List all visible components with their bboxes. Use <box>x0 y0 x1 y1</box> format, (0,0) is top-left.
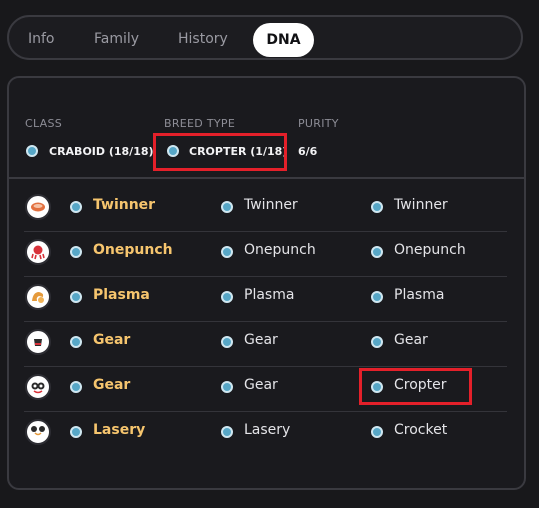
primary-gene: Onepunch <box>93 242 173 258</box>
primary-gene: Twinner <box>93 197 156 213</box>
gene-dot-icon <box>70 426 82 438</box>
breed-type-label: BREED TYPE <box>164 117 236 130</box>
tab-family[interactable]: Family <box>94 24 139 54</box>
tab-bar: Info Family History DNA <box>7 15 523 60</box>
gene-row-octopus: Onepunch Onepunch Onepunch <box>9 231 524 276</box>
gene-dot-icon <box>221 426 233 438</box>
tab-history[interactable]: History <box>178 24 228 54</box>
class-value: CRABOID (18/18) <box>49 145 154 158</box>
tertiary-gene: Plasma <box>394 287 445 303</box>
primary-gene: Gear <box>93 377 131 393</box>
gene-row-cup: Gear Gear Gear <box>9 321 524 366</box>
octopus-part-icon <box>25 239 51 265</box>
gene-row-claw: Plasma Plasma Plasma <box>9 276 524 321</box>
gene-dot-icon <box>371 426 383 438</box>
divider <box>9 177 524 179</box>
secondary-gene: Gear <box>244 377 278 393</box>
gene-row-antenna: Lasery Lasery Crocket <box>9 411 524 456</box>
class-label: CLASS <box>25 117 63 130</box>
antenna-part-icon <box>25 419 51 445</box>
gene-dot-icon <box>70 291 82 303</box>
primary-gene: Gear <box>93 332 131 348</box>
gene-dot-icon <box>221 381 233 393</box>
tertiary-gene-highlight <box>359 368 472 405</box>
cup-part-icon <box>25 329 51 355</box>
secondary-gene: Onepunch <box>244 242 316 258</box>
purity-value: 6/6 <box>298 145 318 158</box>
primary-gene: Lasery <box>93 422 146 438</box>
tab-info[interactable]: Info <box>28 24 55 54</box>
gene-row-mouth: Twinner Twinner Twinner <box>9 186 524 231</box>
gene-dot-icon <box>221 336 233 348</box>
gene-dot-icon <box>70 246 82 258</box>
class-dot-icon <box>26 145 38 157</box>
gene-dot-icon <box>371 336 383 348</box>
tertiary-gene: Gear <box>394 332 428 348</box>
gene-dot-icon <box>221 246 233 258</box>
gene-dot-icon <box>371 291 383 303</box>
tab-dna[interactable]: DNA <box>253 23 314 57</box>
primary-gene: Plasma <box>93 287 150 303</box>
gene-dot-icon <box>70 336 82 348</box>
claw-part-icon <box>25 284 51 310</box>
secondary-gene: Twinner <box>244 197 298 213</box>
mouth-part-icon <box>25 194 51 220</box>
tertiary-gene: Twinner <box>394 197 448 213</box>
breed-type-highlight <box>153 133 287 171</box>
secondary-gene: Lasery <box>244 422 291 438</box>
gene-dot-icon <box>371 246 383 258</box>
secondary-gene: Plasma <box>244 287 295 303</box>
dna-panel: CLASS BREED TYPE PURITY CRABOID (18/18) … <box>7 76 526 490</box>
gene-dot-icon <box>70 201 82 213</box>
gene-dot-icon <box>70 381 82 393</box>
gene-dot-icon <box>371 201 383 213</box>
gene-dot-icon <box>221 201 233 213</box>
purity-label: PURITY <box>298 117 339 130</box>
tertiary-gene: Crocket <box>394 422 448 438</box>
tertiary-gene: Onepunch <box>394 242 466 258</box>
secondary-gene: Gear <box>244 332 278 348</box>
gene-dot-icon <box>221 291 233 303</box>
eyes-part-icon <box>25 374 51 400</box>
